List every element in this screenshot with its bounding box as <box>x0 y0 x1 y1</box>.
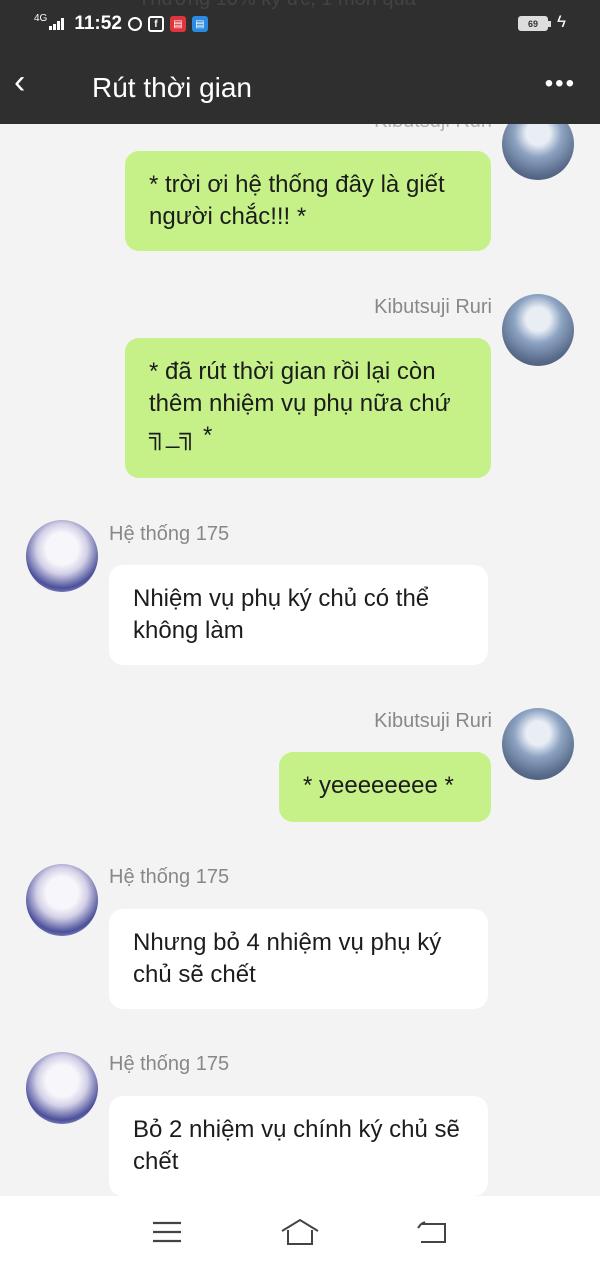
status-time: 11:52 <box>74 13 122 34</box>
facebook-icon: f <box>147 16 164 32</box>
message-bubble[interactable]: * trời ơi hệ thống đây là giết người chắ… <box>125 151 491 251</box>
menu-icon[interactable] <box>145 1212 189 1252</box>
avatar[interactable] <box>26 1052 98 1124</box>
message-bubble[interactable]: Nhiệm vụ phụ ký chủ có thể không làm <box>109 565 488 665</box>
avatar[interactable] <box>502 294 574 366</box>
sender-name: Kibutsuji Ruri <box>374 296 492 318</box>
message-bubble[interactable]: Nhưng bỏ 4 nhiệm vụ phụ ký chủ sẽ chết <box>109 909 488 1009</box>
avatar[interactable] <box>26 864 98 936</box>
sender-name: Hệ thống 175 <box>109 1053 230 1075</box>
sender-name: Kibutsuji Ruri <box>374 710 492 732</box>
top-bar: Thưởng 10% ký ức, 1 món quà 4G 11:52 f ▤… <box>0 0 600 124</box>
noveltoon-icon: ▤ <box>191 16 208 32</box>
avatar[interactable] <box>26 520 98 592</box>
navigation-bar <box>0 1196 600 1267</box>
sender-name: Kibutsuji Ruri <box>374 124 492 133</box>
more-options-icon[interactable]: ••• <box>545 70 576 98</box>
messenger-icon <box>127 17 142 31</box>
message-bubble[interactable]: * yeeeeeeee * <box>279 752 491 822</box>
signal-icon <box>49 18 65 30</box>
sender-name: Hệ thống 175 <box>109 523 230 545</box>
battery-icon: 69 <box>518 16 551 31</box>
avatar[interactable] <box>502 708 574 780</box>
message-bubble[interactable]: * đã rút thời gian rồi lại còn thêm nhiệ… <box>125 338 491 478</box>
battery-level: 69 <box>527 18 538 29</box>
status-bar: 4G 11:52 f ▤ ▤ <box>34 10 208 38</box>
chat-area[interactable]: Kibutsuji Ruri * trời ơi hệ thống đây là… <box>0 124 600 1196</box>
network-type: 4G <box>34 12 48 24</box>
sender-name: Hệ thống 175 <box>109 866 230 888</box>
manga-toon-icon: ▤ <box>169 16 186 32</box>
page-title: Rút thời gian <box>92 72 253 103</box>
charging-icon: ϟ <box>557 12 566 31</box>
back-nav-icon[interactable] <box>411 1212 455 1252</box>
home-icon[interactable] <box>278 1212 322 1252</box>
message-bubble[interactable]: Bỏ 2 nhiệm vụ chính ký chủ sẽ chết <box>109 1096 488 1196</box>
avatar[interactable] <box>502 124 574 180</box>
back-icon[interactable]: ‹ <box>14 65 46 100</box>
